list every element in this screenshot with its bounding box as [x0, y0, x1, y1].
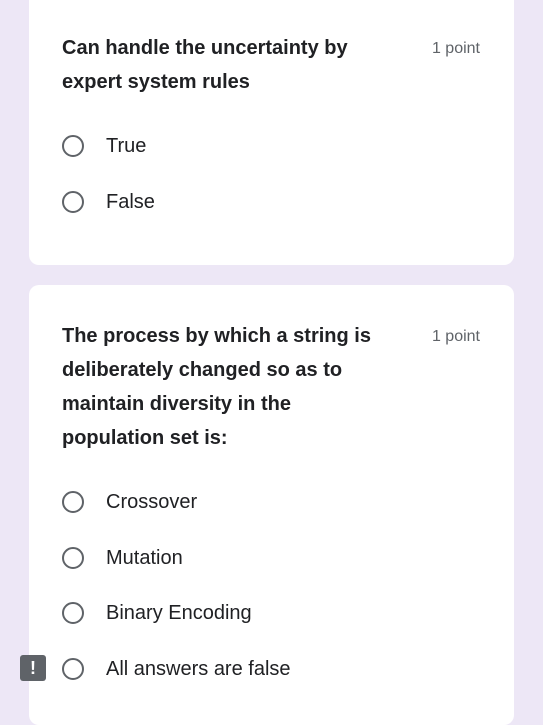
option-label: False	[106, 190, 155, 213]
radio-icon[interactable]	[62, 602, 84, 624]
question-points: 1 point	[431, 40, 480, 57]
question-title: The process by which a string is deliber…	[62, 325, 371, 449]
option-true[interactable]: True	[62, 131, 146, 161]
option-label: All answers are false	[106, 657, 291, 680]
question-card-2: The process by which a string is deliber…	[29, 285, 514, 725]
radio-icon[interactable]	[62, 547, 84, 569]
option-mutation[interactable]: Mutation	[62, 543, 183, 573]
option-false[interactable]: False	[62, 187, 155, 217]
option-binary-encoding[interactable]: Binary Encoding	[62, 598, 252, 628]
option-label: True	[106, 134, 147, 157]
radio-icon[interactable]	[62, 658, 84, 680]
option-label: Mutation	[106, 546, 183, 569]
option-all-answers-false[interactable]: All answers are false	[62, 654, 291, 684]
radio-icon[interactable]	[62, 191, 84, 213]
question-card-1: Can handle the uncertainty by expert sys…	[29, 0, 514, 265]
option-label: Binary Encoding	[106, 601, 252, 624]
question-title: Can handle the uncertainty by expert sys…	[62, 37, 348, 93]
radio-icon[interactable]	[62, 491, 84, 513]
report-issue-icon[interactable]: !	[20, 655, 46, 681]
question-points: 1 point	[431, 328, 480, 345]
option-crossover[interactable]: Crossover	[62, 487, 197, 517]
radio-icon[interactable]	[62, 135, 84, 157]
option-label: Crossover	[106, 490, 198, 513]
